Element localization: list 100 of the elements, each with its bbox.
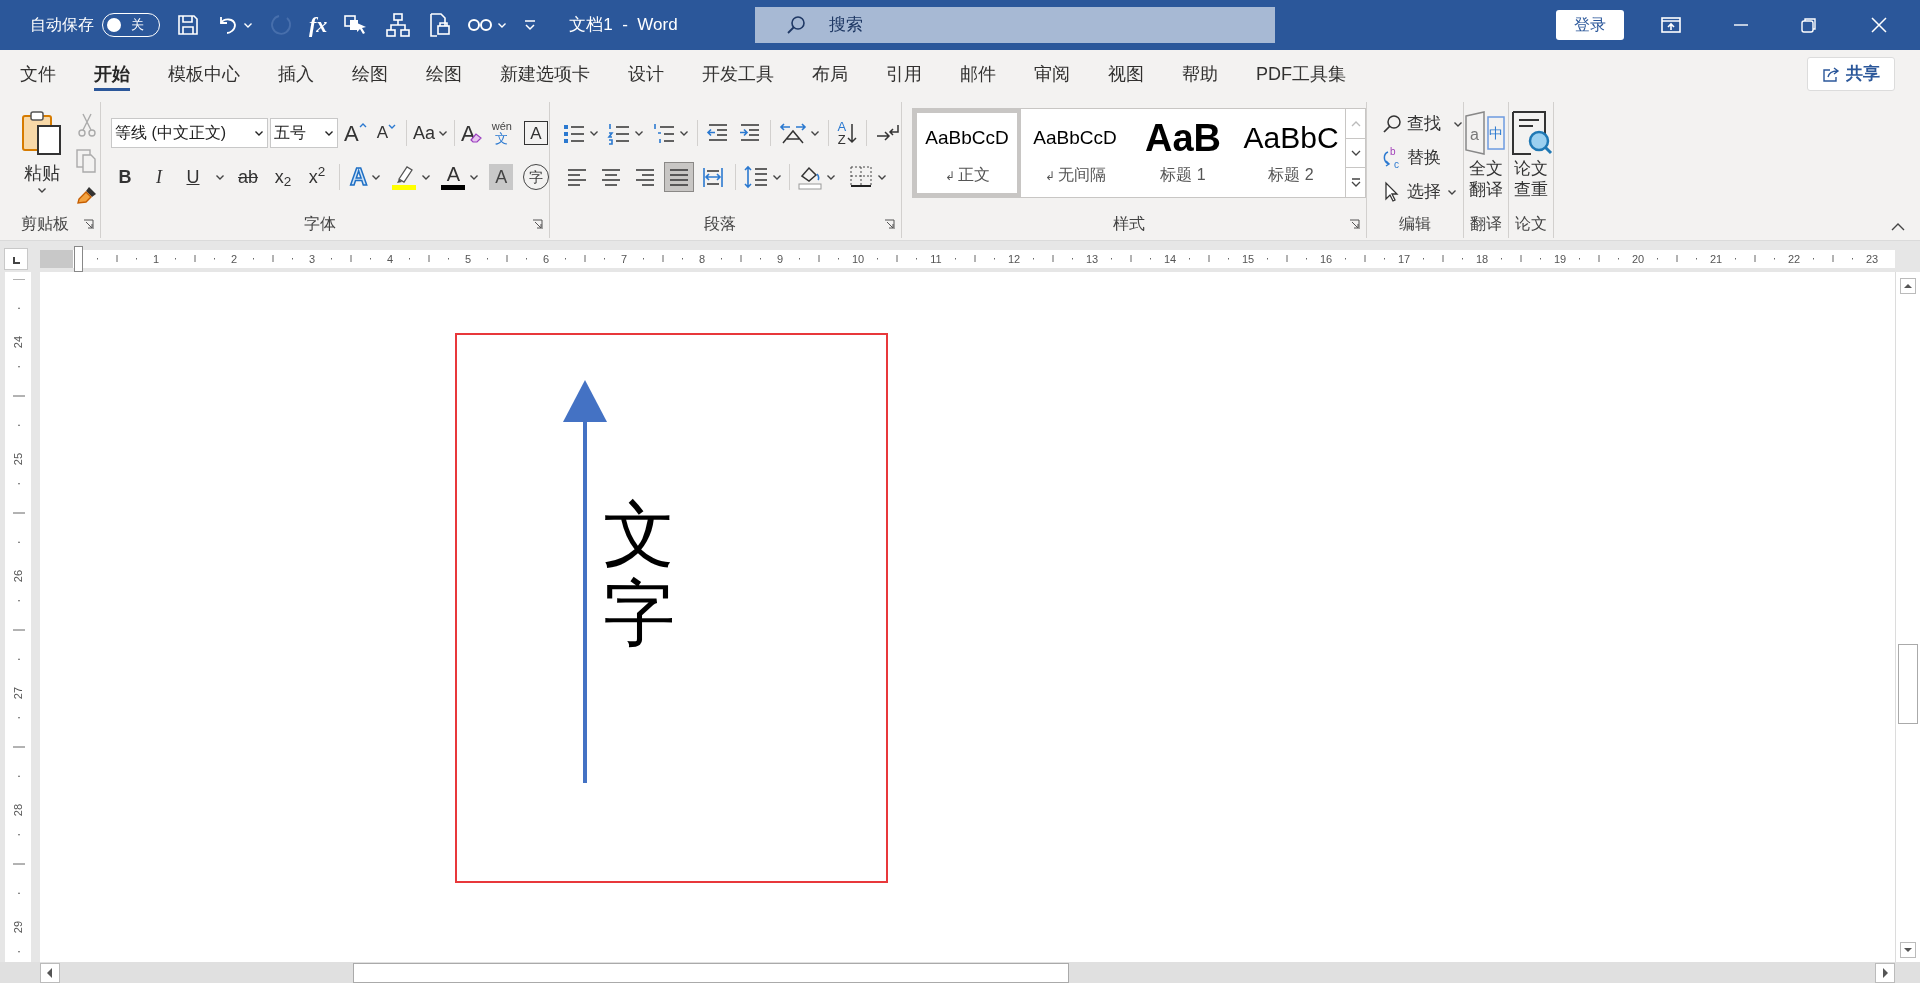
replace-button[interactable]: b c 替换 — [1381, 144, 1464, 172]
more-styles-icon[interactable] — [1350, 178, 1361, 188]
paste-button[interactable]: 粘贴 — [12, 110, 72, 210]
search-icon[interactable] — [1381, 113, 1404, 135]
sort-button[interactable]: A Z — [837, 118, 859, 148]
ribbon-tab[interactable]: 邮件 — [941, 54, 1015, 94]
thesis-check-button[interactable]: 论文查重 — [1509, 102, 1554, 201]
save-icon[interactable] — [176, 13, 200, 37]
loop-icon[interactable] — [467, 17, 494, 33]
caret-icon[interactable] — [438, 129, 449, 137]
caret-down-icon[interactable] — [388, 124, 397, 130]
ribbon-tab[interactable]: 插入 — [259, 54, 333, 94]
caret-icon[interactable] — [1453, 120, 1464, 128]
caret-icon[interactable] — [589, 129, 600, 137]
search-field[interactable]: 搜索 — [755, 7, 1275, 43]
caret-icon[interactable] — [1447, 188, 1458, 196]
strikethrough-button[interactable]: ab — [235, 162, 262, 192]
ribbon-tab[interactable]: 帮助 — [1163, 54, 1237, 94]
vertical-scrollbar[interactable] — [1895, 272, 1920, 962]
ribbon-tab[interactable]: 绘图 — [407, 54, 481, 94]
dialog-launcher-icon[interactable] — [83, 218, 94, 230]
italic-button[interactable]: I — [147, 162, 171, 192]
grow-font-button[interactable]: A — [344, 118, 367, 148]
underline-button[interactable]: U — [181, 162, 205, 192]
ribbon-tab[interactable]: 模板中心 — [149, 54, 259, 94]
indent-marker[interactable] — [74, 245, 83, 272]
share-icon[interactable] — [1822, 66, 1840, 82]
justify-button[interactable] — [664, 162, 695, 192]
phonetic-guide-button[interactable]: wén 文 — [491, 118, 512, 148]
shrink-font-button[interactable]: A — [376, 118, 397, 148]
find-button[interactable]: 查找 — [1381, 110, 1464, 138]
scroll-down-icon[interactable] — [1900, 942, 1916, 958]
full-text-translate-button[interactable]: a 中 全文翻译 — [1464, 102, 1509, 201]
document-magnifier-icon[interactable] — [1509, 110, 1554, 156]
ribbon-tab[interactable]: 开始 — [75, 54, 149, 94]
borders-icon[interactable] — [848, 164, 875, 190]
select-button[interactable]: 选择 — [1381, 178, 1464, 206]
caret-up-icon[interactable] — [358, 122, 367, 128]
ribbon-tab[interactable]: 文件 — [1, 54, 75, 94]
search-icon[interactable] — [785, 14, 807, 36]
paint-bucket-icon[interactable] — [797, 164, 824, 190]
ribbon-tab[interactable]: 绘图 — [333, 54, 407, 94]
ribbon-tab[interactable]: 审阅 — [1015, 54, 1089, 94]
text-box[interactable]: 文字 — [455, 333, 888, 883]
ribbon-tab[interactable]: PDF工具集 — [1237, 54, 1365, 94]
close-icon[interactable] — [1870, 16, 1888, 34]
caret-icon[interactable] — [254, 129, 264, 137]
style-item[interactable]: AaB 标题 1 — [1129, 109, 1238, 197]
scroll-right-icon[interactable] — [1875, 962, 1895, 983]
ribbon-display-icon[interactable] — [1660, 16, 1682, 34]
caret-icon[interactable] — [37, 187, 47, 194]
numbered-list-icon[interactable] — [607, 121, 632, 145]
caret-icon[interactable] — [634, 129, 645, 137]
caret-icon[interactable] — [772, 173, 783, 181]
collapse-ribbon-icon[interactable] — [1890, 222, 1906, 232]
bold-button[interactable]: B — [113, 162, 137, 192]
format-button[interactable]: x$_{2}$ — [271, 162, 296, 192]
customize-toolbar-icon[interactable] — [523, 19, 538, 31]
restore-icon[interactable] — [1800, 16, 1818, 34]
caret-icon[interactable] — [215, 173, 225, 181]
dialog-launcher-icon[interactable] — [884, 218, 896, 230]
scroll-left-icon[interactable] — [40, 962, 60, 983]
ribbon-tab[interactable]: 引用 — [867, 54, 941, 94]
org-chart-icon[interactable] — [385, 12, 412, 38]
scrollbar-thumb[interactable] — [1898, 644, 1918, 724]
formula-button[interactable]: fx — [309, 14, 328, 36]
change-case-button[interactable]: Aa — [413, 118, 449, 148]
horizontal-scrollbar[interactable] — [0, 962, 1920, 983]
scroll-down-icon[interactable] — [1350, 149, 1361, 157]
dialog-launcher-icon[interactable] — [532, 218, 544, 230]
share-button[interactable]: 共享 — [1807, 57, 1895, 91]
ribbon-tab[interactable]: 视图 — [1089, 54, 1163, 94]
style-item[interactable]: AaBbCcD ↲ 无间隔 — [1021, 109, 1130, 197]
caret-icon[interactable] — [826, 173, 837, 181]
caret-icon[interactable] — [469, 173, 480, 181]
format-button[interactable]: x$^{2}$ — [305, 162, 330, 192]
clipboard-icon[interactable] — [21, 110, 63, 156]
ribbon-tab[interactable]: 新建选项卡 — [481, 54, 609, 94]
font-color-button[interactable]: A — [441, 164, 466, 190]
font-size-dropdown[interactable]: 五号 — [270, 118, 338, 148]
caret-icon[interactable] — [679, 129, 690, 137]
text-direction-icon[interactable] — [779, 121, 808, 145]
scroll-up-icon[interactable] — [1900, 278, 1916, 294]
print-preview-icon[interactable] — [427, 12, 452, 38]
dialog-launcher-icon[interactable] — [1349, 218, 1361, 230]
caret-icon[interactable] — [324, 129, 334, 137]
caret-icon[interactable] — [371, 173, 382, 181]
ribbon-tab[interactable]: 布局 — [793, 54, 867, 94]
caret-icon[interactable] — [877, 173, 888, 181]
style-item[interactable]: AaBbCcD ↲ 正文 — [913, 109, 1022, 197]
ribbon-tab[interactable]: 开发工具 — [683, 54, 793, 94]
login-button[interactable]: 登录 — [1556, 10, 1624, 40]
character-shading-button[interactable]: A — [489, 164, 514, 190]
ribbon-tab[interactable]: 设计 — [609, 54, 683, 94]
caret-icon[interactable] — [421, 173, 432, 181]
caret-icon[interactable] — [810, 129, 821, 137]
style-item[interactable]: AaBbC 标题 2 — [1237, 109, 1346, 197]
scrollbar-thumb[interactable] — [353, 962, 1069, 983]
tab-selector[interactable] — [4, 247, 28, 270]
character-border-button[interactable]: A — [523, 121, 548, 145]
